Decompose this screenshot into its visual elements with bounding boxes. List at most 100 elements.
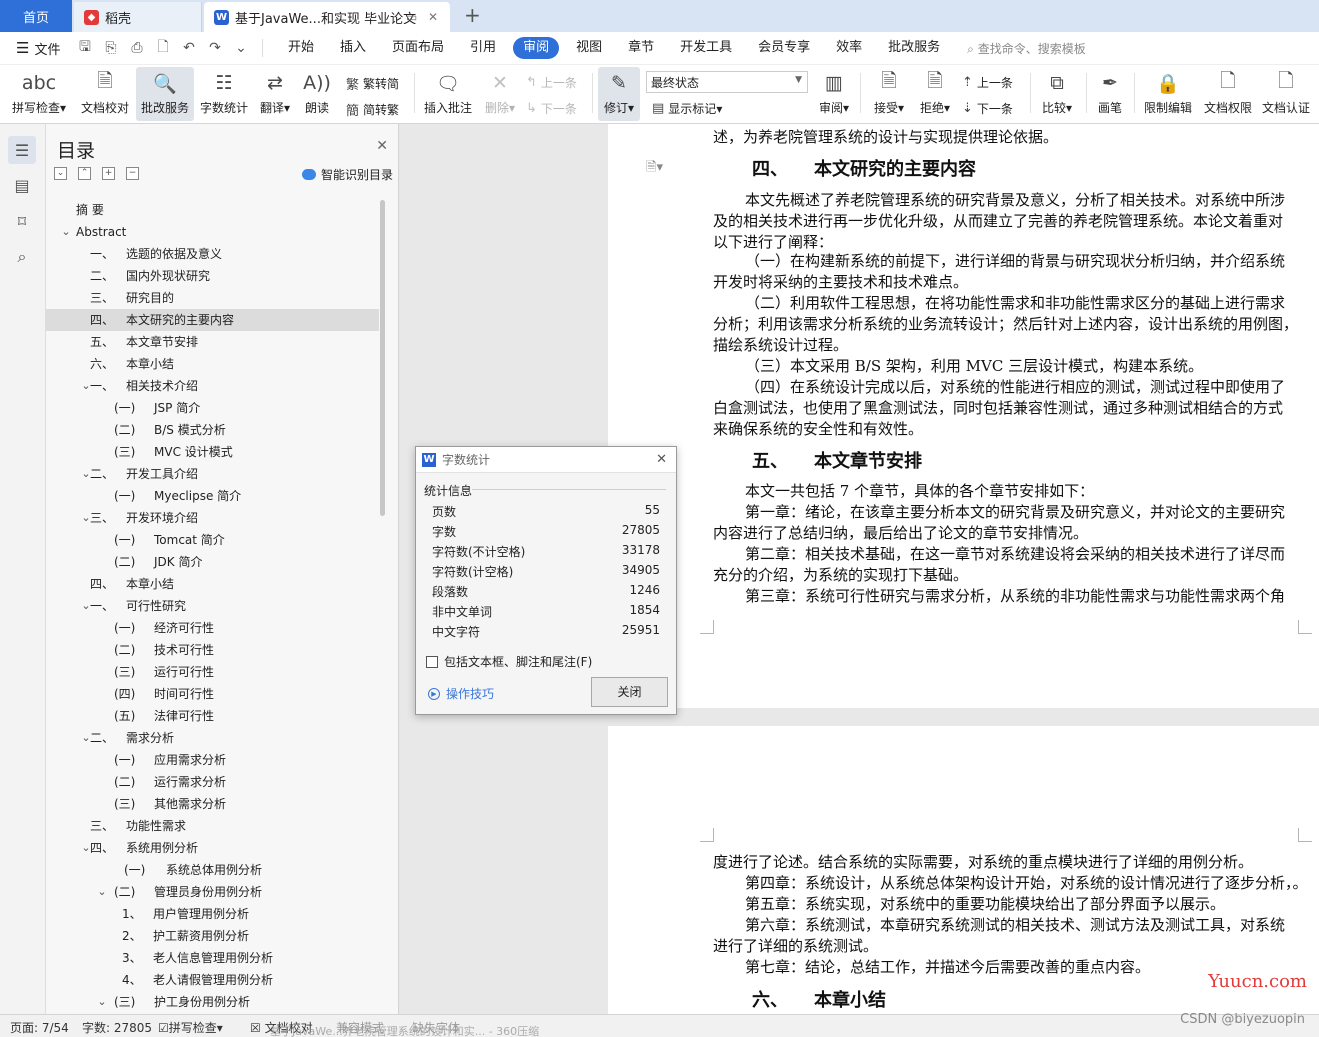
toc-item[interactable]: 四、 本文研究的主要内容 [46,309,379,331]
toc-item[interactable]: (三) MVC 设计模式 [46,441,379,463]
doc-auth-button[interactable]: 🗋 文档认证 [1258,67,1314,121]
tab-docer[interactable]: ◆ 稻壳 [74,2,202,32]
redo-icon[interactable]: ↷ [206,40,224,56]
toc-item[interactable]: (一) Tomcat 简介 [46,529,379,551]
review-pane-button[interactable]: ▥ 审阅▾ [814,67,854,121]
restrict-edit-button[interactable]: 🔒 限制编辑 [1140,67,1196,121]
toc-item[interactable]: (一) 应用需求分析 [46,749,379,771]
toc-item[interactable]: ⌄ Abstract [46,221,379,243]
toc-item[interactable]: (一) JSP 简介 [46,397,379,419]
file-menu[interactable]: ☰ 文件 [0,39,70,58]
toc-item[interactable]: ⌄ (二) 管理员身份用例分析 [46,881,379,903]
toc-item[interactable]: 4、 老人请假管理用例分析 [46,969,379,991]
save-icon[interactable]: 🖫 [76,36,94,60]
track-changes-button[interactable]: ✎ 修订▾ [598,67,640,121]
accept-button[interactable]: 🗎 接受▾ [868,67,910,121]
next-comment-button[interactable]: ↳ 下一条 [526,100,577,117]
toc-item[interactable]: (二) B/S 模式分析 [46,419,379,441]
chevron-down-icon[interactable]: ⌄ [60,221,72,243]
compare-button[interactable]: ⧉ 比较▾ [1036,67,1078,121]
undo-icon[interactable]: ↶ [180,40,198,56]
toc-item[interactable]: (二) JDK 简介 [46,551,379,573]
new-tab-button[interactable]: + [464,3,481,27]
markup-state-select[interactable]: 最终状态 ▼ [646,71,808,93]
next-change-button[interactable]: ⇣ 下一条 [962,100,1013,117]
toc-item[interactable]: (一) 系统总体用例分析 [46,859,379,881]
close-icon[interactable]: ✕ [376,138,388,154]
add-heading-icon[interactable]: + [102,167,115,180]
include-textbox-checkbox[interactable]: 包括文本框、脚注和尾注(F) [426,653,592,670]
toc-item[interactable]: (三) 其他需求分析 [46,793,379,815]
menu-view[interactable]: 视图 [563,37,615,59]
customize-chevron-icon[interactable]: ⌄ [232,40,250,56]
toc-item[interactable]: 一、 选题的依据及意义 [46,243,379,265]
command-search[interactable]: ⌕ 查找命令、搜索模板 [967,40,1086,57]
export-pdf-icon[interactable]: ⎘ [102,40,120,56]
close-button[interactable]: 关闭 [591,677,668,707]
page-menu-icon[interactable]: 🗎▾ [646,158,663,180]
menu-insert[interactable]: 插入 [327,37,379,59]
toc-item[interactable]: ⌄ 三、 开发环境介绍 [46,507,379,529]
toc-item[interactable]: ⌄ 一、 可行性研究 [46,595,379,617]
prev-comment-button[interactable]: ↰ 上一条 [526,74,577,91]
toc-item[interactable]: 2、 护工薪资用例分析 [46,925,379,947]
spell-check-status[interactable]: ☑拼写检查▾ [158,1019,223,1036]
close-tab-icon[interactable]: ✕ [428,10,438,24]
toc-item[interactable]: 1、 用户管理用例分析 [46,903,379,925]
read-aloud-button[interactable]: A)) 朗读 [298,67,336,121]
toc-item[interactable]: (三) 运行可行性 [46,661,379,683]
doc-permission-button[interactable]: 🗋 文档权限 [1200,67,1256,121]
word-count-button[interactable]: ☷ 字数统计 [196,67,252,121]
expand-all-icon[interactable]: ⌃ [78,167,91,180]
remove-heading-icon[interactable]: − [126,167,139,180]
menu-efficiency[interactable]: 效率 [823,37,875,59]
toc-item[interactable]: ⌄ 二、 开发工具介绍 [46,463,379,485]
toc-item[interactable]: (五) 法律可行性 [46,705,379,727]
toc-item[interactable]: 三、 功能性需求 [46,815,379,837]
chevron-down-icon[interactable]: ⌄ [96,991,108,1013]
checkbox-box[interactable] [426,655,438,668]
toc-item[interactable]: ⌄ 四、 系统用例分析 [46,837,379,859]
print-icon[interactable]: ⎙ [128,40,146,56]
toc-item[interactable]: ⌄ (三) 护工身份用例分析 [46,991,379,1013]
toc-item[interactable]: 四、 本章小结 [46,573,379,595]
dialog-title-bar[interactable]: W 字数统计 [416,447,676,473]
chevron-down-icon[interactable]: ⌄ [96,881,108,903]
menu-member[interactable]: 会员专享 [745,37,823,59]
bookmark-icon[interactable]: ⌑ [8,207,36,235]
restore-tab-icon[interactable]: ▭ [406,10,417,24]
menu-chapter[interactable]: 章节 [615,37,667,59]
toc-item[interactable]: (一) Myeclipse 简介 [46,485,379,507]
doc-check-button[interactable]: 🗎 文档校对 [76,67,134,121]
toc-item[interactable]: (一) 经济可行性 [46,617,379,639]
translate-button[interactable]: ⇄ 翻译▾ [255,67,295,121]
menu-correction[interactable]: 批改服务 [875,37,953,59]
toc-item[interactable]: ⌄ 一、 相关技术介绍 [46,375,379,397]
collapse-all-icon[interactable]: ⌄ [54,167,67,180]
correct-service-button[interactable]: 🔍 批改服务 [136,67,194,121]
toc-item[interactable]: 五、 本文章节安排 [46,331,379,353]
tab-document[interactable]: W 基于JavaWe...和实现 毕业论文 ▭ ✕ [204,2,450,32]
menu-developer[interactable]: 开发工具 [667,37,745,59]
toc-item[interactable]: (四) 时间可行性 [46,683,379,705]
toc-item[interactable]: (二) 运行需求分析 [46,771,379,793]
menu-start[interactable]: 开始 [275,37,327,59]
spell-check-button[interactable]: abc 拼写检查▾ [8,67,70,121]
toc-item[interactable]: 摘 要 [46,199,379,221]
search-icon[interactable]: ⌕ [8,243,36,271]
show-markup-button[interactable]: ▤ 显示标记▾ [652,100,722,117]
toc-item[interactable]: 3、 老人信息管理用例分析 [46,947,379,969]
reject-button[interactable]: 🗎 拒绝▾ [914,67,956,121]
toc-panel-icon[interactable]: ☰ [8,136,36,164]
smart-toc-button[interactable]: 智能识别目录 [301,166,393,183]
to-simplified-button[interactable]: 繁繁转简 [346,74,399,93]
menu-review[interactable]: 审阅 [513,37,560,59]
menu-references[interactable]: 引用 [457,37,509,59]
tips-link[interactable]: ▶ 操作技巧 [428,685,494,702]
toc-item[interactable]: (二) 技术可行性 [46,639,379,661]
print-preview-icon[interactable]: 🗋 [154,36,172,60]
tab-home[interactable]: 首页 [0,0,72,32]
toc-item[interactable]: 六、 本章小结 [46,353,379,375]
toc-item[interactable]: 三、 研究目的 [46,287,379,309]
word-count-indicator[interactable]: 字数: 27805 [82,1019,152,1036]
